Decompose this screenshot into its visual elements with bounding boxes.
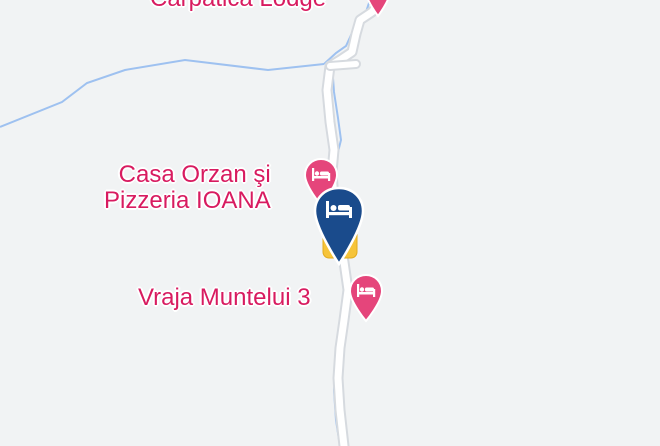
hotel-pin-vraja-muntelui[interactable]	[348, 273, 384, 323]
poi-label-carpatica[interactable]: Carpatica Lodge	[150, 0, 326, 12]
poi-name: Carpatica Lodge	[150, 0, 326, 12]
poi-label-vraja-muntelui[interactable]: Vraja Muntelui 3	[138, 285, 311, 311]
poi-name: Vraja Muntelui 3	[138, 284, 311, 311]
selected-hotel-marker[interactable]	[312, 186, 366, 266]
poi-name-line-1: Casa Orzan şi	[118, 161, 271, 188]
poi-name-line-2: Pizzeria IOANA	[104, 187, 271, 214]
map-canvas[interactable]: Carpatica Lodge Casa Orzan şi Pizzeria I…	[0, 0, 660, 446]
poi-label-casa-orzan[interactable]: Casa Orzan şi Pizzeria IOANA	[104, 162, 271, 214]
river-west	[0, 58, 325, 128]
road-spur	[327, 61, 359, 69]
hotel-pin-carpatica[interactable]	[364, 0, 392, 18]
